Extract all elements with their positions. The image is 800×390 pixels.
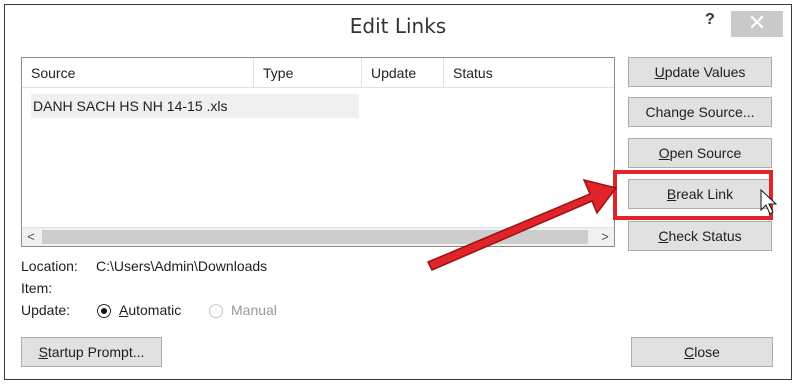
check-status-button[interactable]: Check Status [628, 221, 772, 251]
access-key: O [658, 145, 670, 161]
access-key: C [658, 228, 669, 244]
access-key: g [678, 104, 687, 120]
access-key: C [684, 344, 695, 360]
button-label-part: Chan [645, 104, 679, 120]
access-key: U [654, 64, 665, 80]
button-label-part: tartup Prompt... [47, 344, 145, 360]
button-label-part: pdate Values [664, 64, 746, 80]
access-key: S [38, 344, 48, 360]
title-bar: Edit Links ? ✕ [5, 5, 791, 45]
close-button[interactable]: Close [631, 337, 773, 367]
startup-prompt-button[interactable]: Startup Prompt... [21, 337, 162, 367]
break-link-highlight [613, 170, 773, 220]
links-list[interactable]: Source Type Update Status DANH SACH HS N… [21, 57, 615, 247]
button-label-part: heck Status [668, 228, 742, 244]
automatic-radio[interactable] [97, 304, 111, 318]
horizontal-scrollbar[interactable]: < > [22, 227, 614, 246]
location-value: C:\Users\Admin\Downloads [96, 258, 268, 274]
item-label: Item: [21, 280, 53, 296]
button-label-part: e Source... [686, 104, 755, 120]
update-label: Update: [21, 302, 71, 318]
column-header-type[interactable]: Type [254, 58, 362, 88]
help-button[interactable]: ? [705, 11, 715, 29]
scrollbar-thumb[interactable] [42, 230, 588, 244]
manual-label[interactable]: Manual [231, 302, 277, 318]
location-label: Location: [21, 258, 78, 274]
dialog-title: Edit Links [349, 14, 447, 38]
change-source-button[interactable]: Change Source... [628, 97, 772, 127]
open-source-button[interactable]: Open Source [628, 138, 772, 168]
button-label-part: pen Source [669, 145, 742, 161]
column-header-source[interactable]: Source [22, 58, 254, 88]
column-header-update[interactable]: Update [362, 58, 444, 88]
link-source: DANH SACH HS NH 14-15 .xls [33, 98, 228, 114]
radio-selected-dot [101, 308, 107, 314]
scroll-left-icon[interactable]: < [22, 228, 40, 246]
manual-radio[interactable] [209, 304, 223, 318]
access-key: A [119, 302, 129, 318]
column-header-status[interactable]: Status [444, 58, 614, 88]
automatic-label[interactable]: Automatic [119, 302, 181, 318]
update-values-button[interactable]: Update Values [628, 57, 772, 87]
list-item[interactable]: DANH SACH HS NH 14-15 .xls [31, 94, 359, 118]
scroll-right-icon[interactable]: > [596, 228, 614, 246]
label-part: utomatic [128, 302, 182, 318]
button-label-part: lose [694, 344, 720, 360]
close-window-button[interactable]: ✕ [731, 11, 783, 37]
